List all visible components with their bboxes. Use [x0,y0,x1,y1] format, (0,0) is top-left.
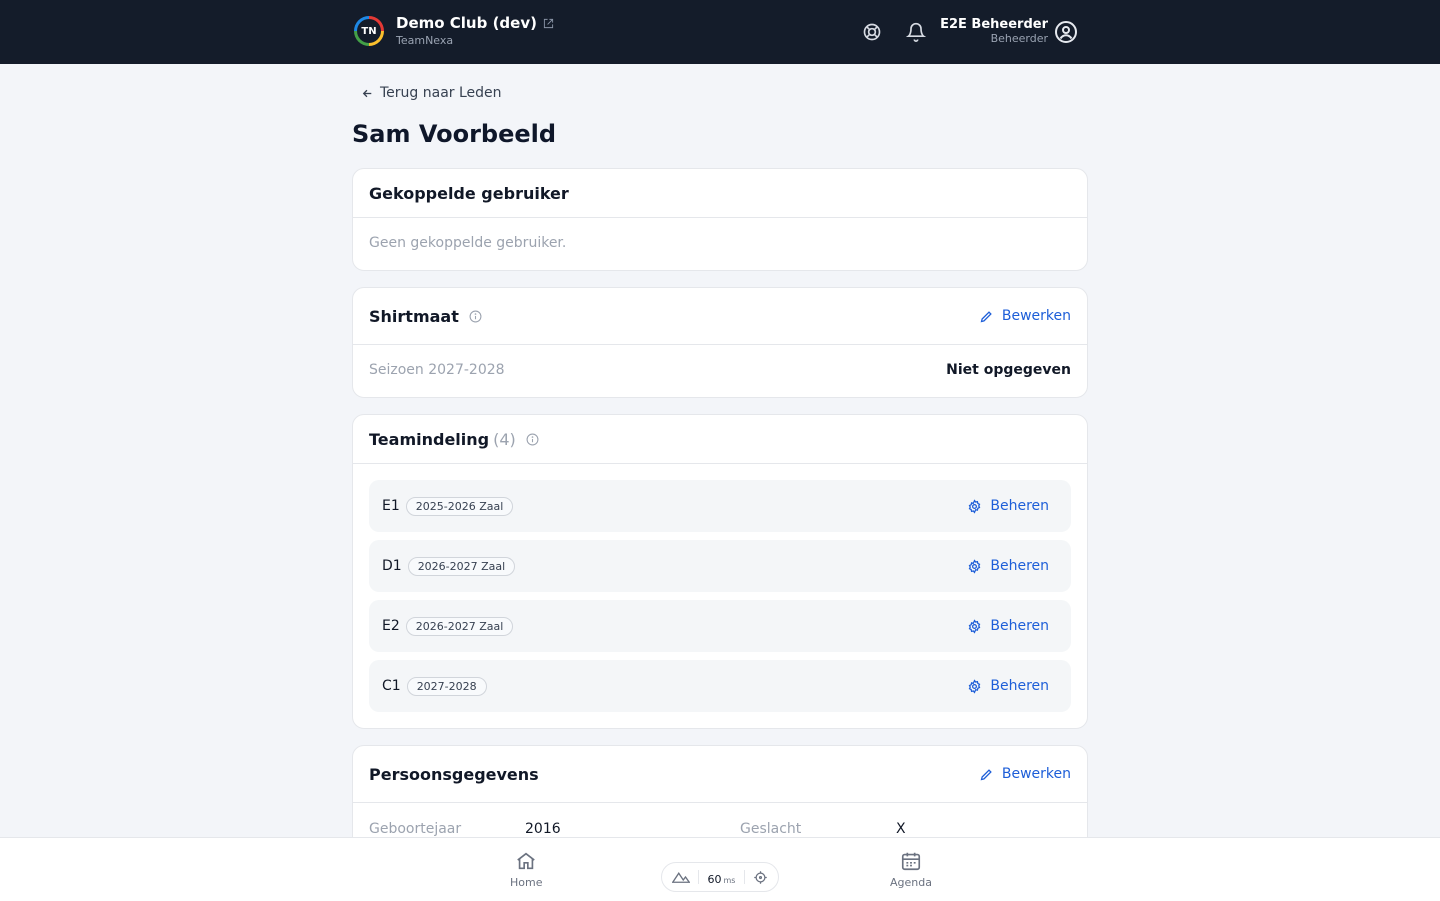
back-link[interactable]: Terug naar Leden [361,85,502,101]
club-name-label: Demo Club (dev) [396,14,537,32]
team-code: D1 [382,558,402,574]
birth-year-label: Geboortejaar [369,821,462,837]
gear-icon [969,558,981,574]
club-name[interactable]: Demo Club (dev) [396,16,554,31]
shirt-edit-button[interactable]: Bewerken [979,308,1071,324]
shirt-season: Seizoen 2027-2028 [369,362,505,378]
personal-edit-button[interactable]: Bewerken [979,766,1071,782]
user-name: E2E Beheerder [940,17,1048,32]
season-chip: 2027-2028 [406,676,487,696]
team-code: E2 [382,618,400,634]
teams-title: Teamindeling [369,429,490,449]
logo-text: TN [357,19,381,43]
perf-indicator[interactable]: 60 ms [661,862,779,892]
teams-count: (4) [493,429,516,449]
linked-user-title: Gekoppelde gebruiker [369,183,569,203]
personal-title: Persoonsgegevens [369,764,539,784]
nav-home-label: Home [510,876,543,889]
pencil-icon [980,310,992,322]
user-menu[interactable]: E2E Beheerder Beheerder [940,18,1048,44]
crosshair-icon[interactable] [753,870,768,885]
back-link-label: Terug naar Leden [380,85,502,101]
help-lifebuoy-icon[interactable] [862,22,882,42]
bottom-nav: Home 60 ms Agenda [0,837,1440,901]
home-icon [517,852,535,870]
gender-label: Geslacht [740,821,802,837]
team-manage-label: Beheren [990,558,1049,574]
logo: TN [354,16,384,46]
info-icon[interactable] [469,310,482,323]
page-title: Sam Voorbeeld [352,120,557,148]
shirt-size-card: Shirtmaat Bewerken Seizoen 2027-2028 Nie… [352,287,1088,398]
nav-agenda[interactable]: Agenda [890,850,932,889]
team-manage-button[interactable]: Beheren [967,498,1049,514]
birth-year-value: 2016 [525,821,561,837]
team-code: E1 [382,498,400,514]
linked-user-empty: Geen gekoppelde gebruiker. [369,235,567,251]
mountain-icon [672,872,690,883]
gender-value: X [896,821,906,837]
gear-icon [969,618,981,634]
team-manage-label: Beheren [990,678,1049,694]
calendar-icon [901,852,921,871]
shirt-size-title: Shirtmaat [369,306,459,326]
shirt-size-value: Niet opgegeven [946,362,1071,378]
gear-icon [969,678,981,694]
top-bar: TN Demo Club (dev) TeamNexa E2E Beheerde… [0,0,1440,64]
linked-user-card: Gekoppelde gebruiker Geen gekoppelde geb… [352,168,1088,271]
team-row: E2 2026-2027 Zaal Beheren [369,600,1071,652]
team-row: D1 2026-2027 Zaal Beheren [369,540,1071,592]
brand-subtitle: TeamNexa [396,34,454,47]
season-chip: 2026-2027 Zaal [405,616,514,636]
team-manage-button[interactable]: Beheren [967,678,1049,694]
external-link-icon [543,18,554,29]
info-icon[interactable] [526,433,539,446]
season-chip: 2025-2026 Zaal [405,496,514,516]
team-row: C1 2027-2028 Beheren [369,660,1071,712]
shirt-edit-label: Bewerken [1001,308,1071,324]
team-assignment-card: Teamindeling (4) E1 2025-2026 Zaal Beher… [352,414,1088,729]
arrow-left-icon [362,89,372,97]
personal-edit-label: Bewerken [1001,766,1071,782]
user-circle-icon[interactable] [1054,20,1078,44]
team-code: C1 [382,678,401,694]
nav-home[interactable]: Home [510,850,542,889]
bell-icon[interactable] [906,22,926,42]
user-role: Beheerder [990,32,1048,45]
season-chip: 2026-2027 Zaal [407,556,516,576]
team-manage-label: Beheren [990,618,1049,634]
team-manage-button[interactable]: Beheren [967,558,1049,574]
team-row: E1 2025-2026 Zaal Beheren [369,480,1071,532]
gear-icon [969,498,981,514]
team-manage-label: Beheren [990,498,1049,514]
team-manage-button[interactable]: Beheren [967,618,1049,634]
perf-value: 60 [707,872,722,886]
perf-unit: ms [723,875,736,885]
brand[interactable]: TN Demo Club (dev) TeamNexa [354,16,554,46]
nav-agenda-label: Agenda [890,876,932,889]
pencil-icon [980,768,992,780]
